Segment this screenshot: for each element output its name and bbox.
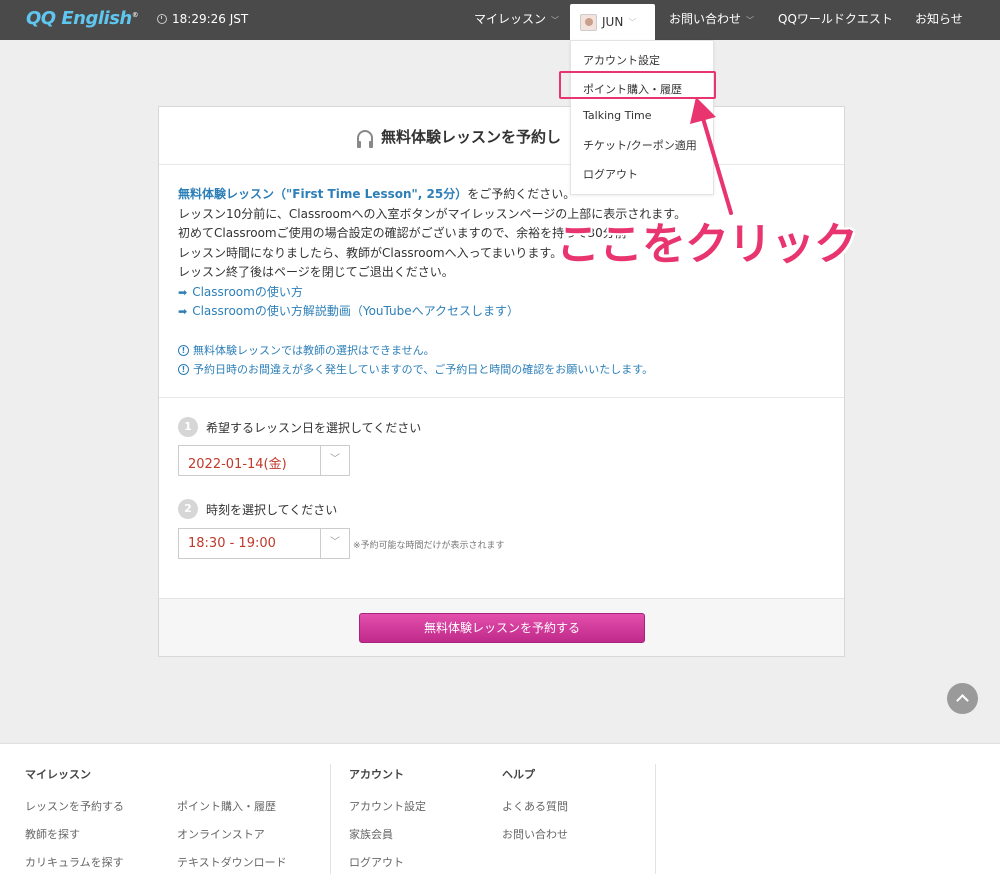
lesson-time-value: 18:30 - 19:00: [188, 536, 276, 551]
user-dropdown-menu: アカウント設定 ポイント購入・履歴 Talking Time チケット/クーポン…: [570, 40, 714, 195]
lesson-date-select[interactable]: 2022-01-14(金) ﹀: [178, 445, 350, 476]
notice-date-check: ! 予約日時のお間違えが多く発生していますので、ご予約日と時間の確認をお願いいたし…: [178, 361, 653, 377]
notice-teacher: ! 無料体験レッスンでは教師の選択はできません。: [178, 342, 435, 358]
footer-link[interactable]: 家族会員: [349, 826, 393, 842]
nav-contact[interactable]: お問い合わせ ﹀: [669, 0, 754, 40]
footer-link[interactable]: お問い合わせ: [502, 826, 568, 842]
lesson-date-value: 2022-01-14(金): [188, 457, 287, 472]
menu-item-ticket-coupon[interactable]: チケット/クーポン適用: [583, 137, 697, 153]
card-footer: 無料体験レッスンを予約する: [159, 598, 844, 656]
chevron-down-icon: ﹀: [320, 446, 349, 475]
info-icon: !: [178, 344, 189, 356]
nav-my-lessons[interactable]: マイレッスン ﹀: [474, 0, 559, 40]
nav-user-menu[interactable]: JUN ﹀: [570, 4, 655, 40]
footer-link[interactable]: アカウント設定: [349, 798, 426, 814]
footer-link[interactable]: オンラインストア: [177, 826, 265, 842]
card-header: 無料体験レッスンを予約し: [159, 107, 844, 165]
time-hint: ※予約可能な時間だけが表示されます: [353, 541, 505, 551]
divider: [159, 397, 844, 398]
site-footer: マイレッスン レッスンを予約する 教師を探す カリキュラムを探す ポイント購入・…: [0, 743, 1000, 895]
current-time: 18:29:26 JST: [157, 12, 248, 26]
headphone-icon: [357, 129, 373, 148]
footer-divider: [330, 764, 331, 874]
step-2-label: 2 時刻を選択してください: [178, 499, 337, 519]
footer-link[interactable]: ログアウト: [349, 854, 404, 870]
nav-news[interactable]: お知らせ: [915, 0, 963, 40]
chevron-down-icon: ﹀: [628, 17, 637, 27]
classroom-guide-link[interactable]: ➡ Classroomの使い方: [178, 283, 686, 303]
menu-item-talking-time[interactable]: Talking Time: [583, 109, 652, 122]
footer-link[interactable]: テキストダウンロード: [177, 854, 287, 870]
avatar: [580, 13, 597, 31]
lesson-name: 無料体験レッスン（"First Time Lesson", 25分）: [178, 187, 468, 201]
footer-link[interactable]: 教師を探す: [25, 826, 80, 842]
footer-heading: ヘルプ: [502, 768, 535, 781]
current-time-text: 18:29:26 JST: [172, 12, 249, 26]
footer-divider: [655, 764, 656, 874]
clock-icon: [157, 14, 167, 24]
menu-item-account-settings[interactable]: アカウント設定: [583, 52, 660, 68]
book-free-lesson-button[interactable]: 無料体験レッスンを予約する: [359, 613, 645, 643]
chevron-down-icon: ﹀: [746, 16, 755, 25]
step-number: 1: [178, 417, 198, 437]
arrow-right-icon: ➡: [178, 305, 188, 318]
step-number: 2: [178, 499, 198, 519]
booking-card: 無料体験レッスンを予約し 無料体験レッスン（"First Time Lesson…: [158, 106, 845, 657]
top-navigation-bar: QQ English® 18:29:26 JST マイレッスン ﹀ JUN ﹀ お…: [0, 0, 1000, 40]
back-to-top-button[interactable]: [947, 683, 978, 714]
chevron-down-icon: ﹀: [551, 16, 560, 25]
lesson-time-select[interactable]: 18:30 - 19:00 ﹀: [178, 528, 350, 559]
classroom-video-link[interactable]: ➡ Classroomの使い方解説動画（YouTubeへアクセスします）: [178, 302, 686, 322]
nav-world-quest[interactable]: QQワールドクエスト: [778, 0, 893, 40]
footer-heading: アカウント: [349, 768, 404, 781]
footer-link[interactable]: カリキュラムを探す: [25, 854, 124, 870]
footer-link[interactable]: ポイント購入・履歴: [177, 798, 276, 814]
footer-link[interactable]: レッスンを予約する: [25, 798, 124, 814]
qq-english-logo[interactable]: QQ English®: [26, 8, 139, 29]
step-1-label: 1 希望するレッスン日を選択してください: [178, 417, 421, 437]
menu-item-logout[interactable]: ログアウト: [583, 166, 638, 182]
nav-user-name: JUN: [602, 15, 624, 29]
footer-heading: マイレッスン: [25, 768, 91, 781]
footer-link[interactable]: よくある質問: [502, 798, 568, 814]
page-title: 無料体験レッスンを予約し: [357, 126, 561, 148]
arrow-right-icon: ➡: [178, 285, 188, 299]
annotation-text: ここをクリック: [556, 219, 858, 270]
chevron-down-icon: ﹀: [320, 529, 349, 558]
chevron-up-icon: [956, 694, 969, 707]
info-icon: !: [178, 363, 189, 375]
highlight-box: [559, 71, 716, 99]
